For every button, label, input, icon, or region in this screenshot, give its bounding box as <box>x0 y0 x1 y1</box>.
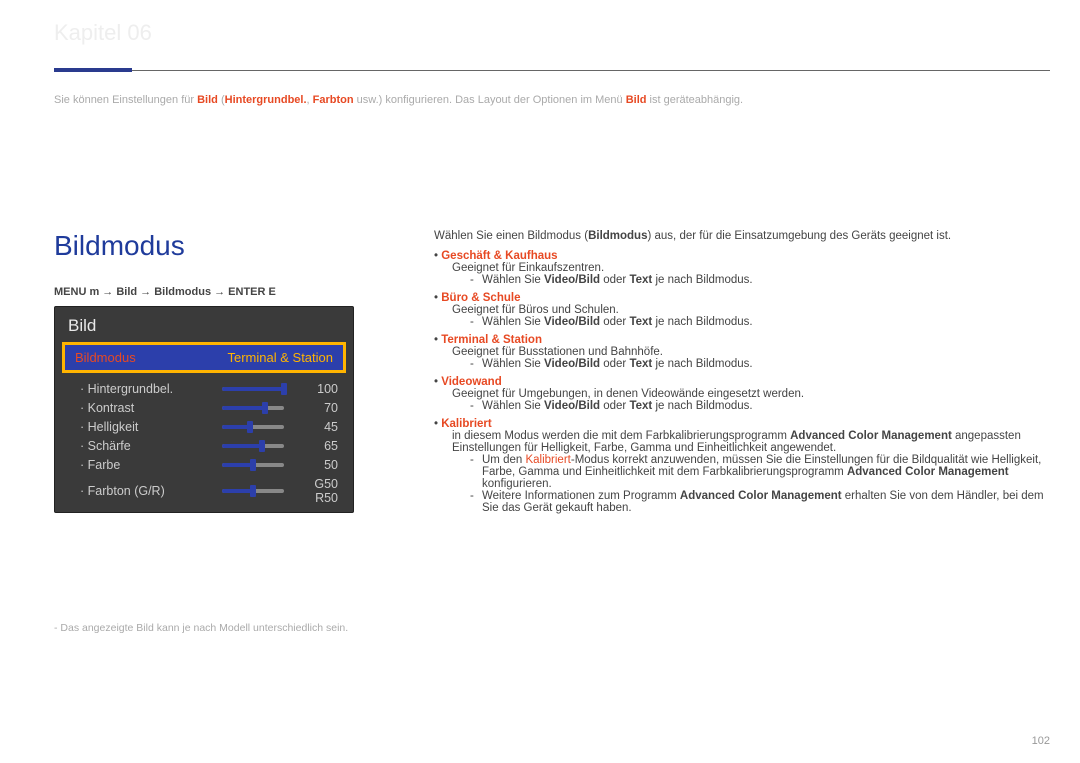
top-rule <box>54 70 1050 71</box>
osd-row: Farbe 50 <box>54 455 354 474</box>
intro-block: Sie können Einstellungen für Bild (Hinte… <box>54 92 834 109</box>
osd-row: Farbton (G/R) G50 R50 <box>54 474 354 507</box>
menu-path: MENU m → Bild → Bildmodus → ENTER E <box>54 286 364 298</box>
description-pane: Wählen Sie einen Bildmodus (Bildmodus) a… <box>364 230 1050 514</box>
osd-title: Bild <box>54 306 354 342</box>
osd-row: Helligkeit 45 <box>54 417 354 436</box>
top-accent <box>54 68 132 72</box>
osd-row: Hintergrundbel. 100 <box>54 379 354 398</box>
osd-screenshot: Bild Bildmodus Terminal & Station Hinter… <box>54 306 354 513</box>
page-number: 102 <box>1032 735 1050 747</box>
chapter-number: Kapitel 06 <box>54 20 152 46</box>
footnote: - Das angezeigte Bild kann je nach Model… <box>54 622 348 634</box>
osd-row: Kontrast 70 <box>54 398 354 417</box>
page-title: Bildmodus <box>54 230 364 262</box>
osd-selected-row: Bildmodus Terminal & Station <box>62 342 346 373</box>
osd-row: Schärfe 65 <box>54 436 354 455</box>
